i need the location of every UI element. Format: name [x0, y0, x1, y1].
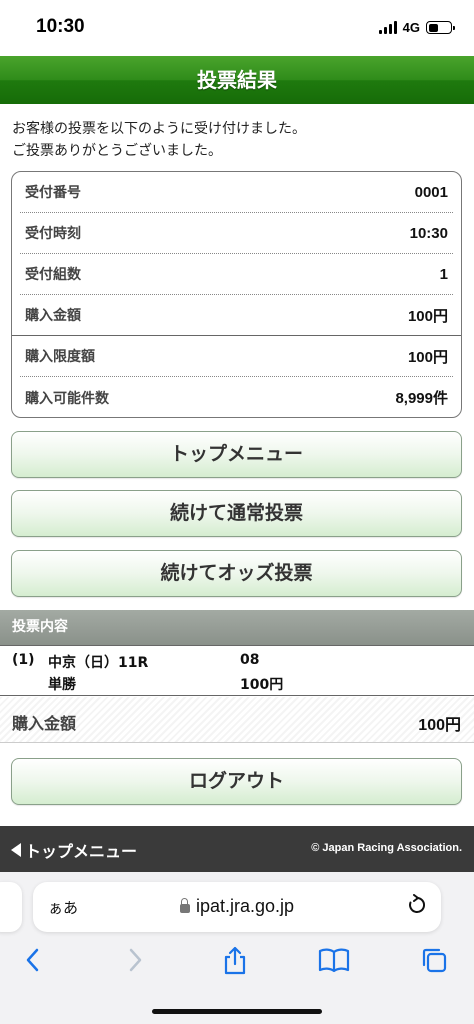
continue-normal-vote-button[interactable]: 続けて通常投票 — [11, 490, 462, 537]
url-text: ipat.jra.go.jp — [195, 896, 295, 916]
copyright: © Japan Racing Association. — [311, 842, 462, 854]
row-value: 0001 — [414, 183, 448, 201]
row-label: 受付番号 — [25, 185, 81, 201]
receipt-number-row: 受付番号 0001 — [20, 172, 453, 213]
bet-content-header: 投票内容 — [0, 610, 474, 645]
address-bar[interactable]: ぁあ ipat.jra.go.jp — [33, 882, 441, 932]
logout-button[interactable]: ログアウト — [11, 758, 462, 805]
available-count-row: 購入可能件数 8,999件 — [12, 377, 461, 417]
bet-type: 単勝 — [48, 677, 76, 693]
lock-icon — [179, 898, 190, 913]
share-icon[interactable] — [222, 946, 248, 976]
triangle-left-icon — [11, 843, 21, 857]
receipt-info-box: 受付番号 0001 受付時刻 10:30 受付組数 1 購入金額 100円 購入… — [11, 171, 462, 418]
row-value: 8,999件 — [395, 390, 448, 407]
purchase-amount-row: 購入金額 100円 — [12, 295, 461, 336]
row-label: 購入限度額 — [25, 349, 95, 365]
status-indicators: 4G — [378, 20, 455, 35]
signal-icon — [378, 21, 397, 34]
tabs-icon[interactable] — [420, 946, 448, 974]
bet-number: 08 — [240, 652, 260, 668]
url-display[interactable]: ipat.jra.go.jp — [33, 896, 441, 917]
footer-link-label: トップメニュー — [25, 842, 138, 861]
top-menu-button[interactable]: トップメニュー — [11, 431, 462, 478]
receipt-time-row: 受付時刻 10:30 — [20, 213, 453, 254]
row-value: 100円 — [407, 348, 448, 366]
total-amount-bar: 購入金額 100円 — [0, 697, 474, 743]
bet-race: 中京（日）11R — [48, 655, 149, 671]
bet-item: (1) 中京（日）11R 08 単勝 100円 — [0, 645, 474, 696]
status-bar: 10:30 4G — [0, 0, 474, 56]
browser-chrome: ぁあ ipat.jra.go.jp — [0, 872, 474, 1024]
footer: トップメニュー © Japan Racing Association. — [0, 826, 474, 872]
bookmarks-icon[interactable] — [318, 946, 350, 974]
footer-top-menu-link[interactable]: トップメニュー — [11, 838, 137, 862]
purchase-limit-row: 購入限度額 100円 — [20, 336, 453, 377]
intro-text: お客様の投票を以下のように受け付けました。 ご投票ありがとうございました。 — [12, 118, 462, 162]
network-type: 4G — [402, 20, 420, 35]
intro-line-1: お客様の投票を以下のように受け付けました。 — [12, 121, 306, 137]
receipt-count-row: 受付組数 1 — [20, 254, 453, 295]
bet-index: (1) — [12, 652, 35, 668]
previous-tab[interactable] — [0, 882, 22, 932]
status-time: 10:30 — [36, 16, 85, 37]
total-label: 購入金額 — [12, 714, 77, 733]
intro-line-2: ご投票ありがとうございました。 — [12, 143, 222, 159]
reload-icon[interactable] — [407, 894, 427, 916]
row-value: 1 — [439, 265, 448, 283]
row-label: 購入金額 — [25, 308, 81, 324]
battery-icon — [426, 21, 455, 34]
home-indicator — [152, 1009, 322, 1014]
page-title: 投票結果 — [0, 56, 474, 104]
bet-amount: 100円 — [240, 677, 284, 693]
row-value: 10:30 — [409, 224, 448, 242]
row-label: 受付時刻 — [25, 226, 81, 242]
back-icon[interactable] — [22, 946, 44, 974]
row-value: 100円 — [407, 307, 448, 325]
total-value: 100円 — [418, 717, 461, 734]
row-label: 購入可能件数 — [25, 390, 109, 407]
continue-odds-vote-button[interactable]: 続けてオッズ投票 — [11, 550, 462, 597]
row-label: 受付組数 — [25, 267, 81, 283]
forward-icon[interactable] — [124, 946, 146, 974]
